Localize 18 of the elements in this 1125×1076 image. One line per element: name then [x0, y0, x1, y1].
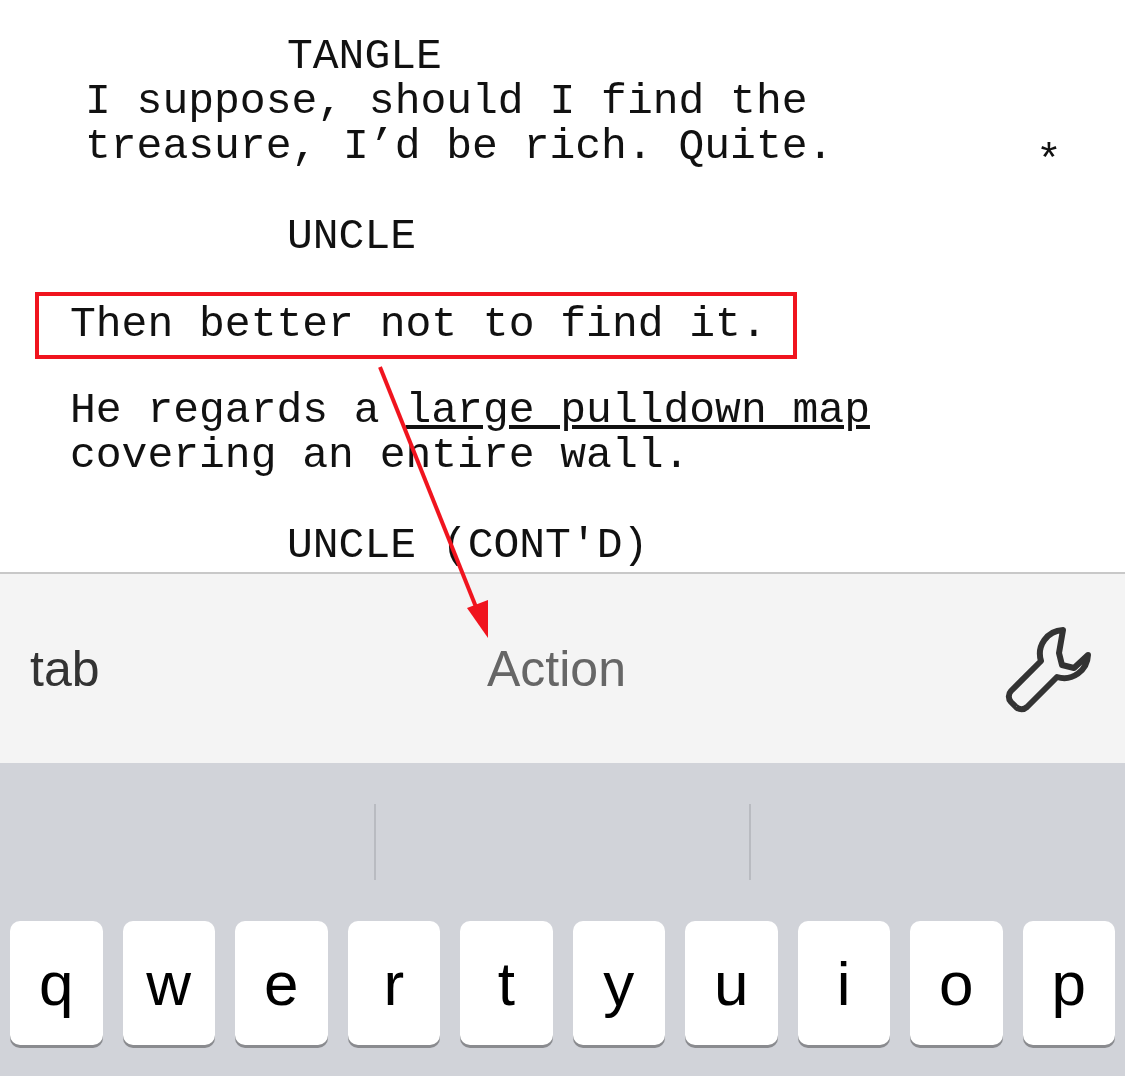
revision-mark: * [1036, 139, 1062, 184]
tab-button[interactable]: tab [30, 639, 100, 698]
keyboard-key[interactable]: t [460, 921, 553, 1045]
keyboard-key[interactable]: u [685, 921, 778, 1045]
element-type-button[interactable]: Action [487, 639, 626, 698]
dialogue-line: treasure, I’d be rich. Quite. [85, 124, 834, 169]
dialogue-line: Then better not to find it. [70, 302, 767, 347]
keyboard-key[interactable]: p [1022, 921, 1115, 1045]
keyboard-key[interactable]: r [347, 921, 440, 1045]
character-name: TANGLE [287, 34, 442, 79]
keyboard-key[interactable]: e [235, 921, 328, 1045]
keyboard-key[interactable]: o [910, 921, 1003, 1045]
keyboard-key[interactable]: i [797, 921, 890, 1045]
character-name: UNCLE [287, 214, 417, 259]
keyboard-key[interactable]: y [572, 921, 665, 1045]
keyboard-key[interactable]: w [122, 921, 215, 1045]
keyboard-key[interactable]: q [10, 921, 103, 1045]
dialogue-line: I suppose, should I find the [85, 79, 808, 124]
